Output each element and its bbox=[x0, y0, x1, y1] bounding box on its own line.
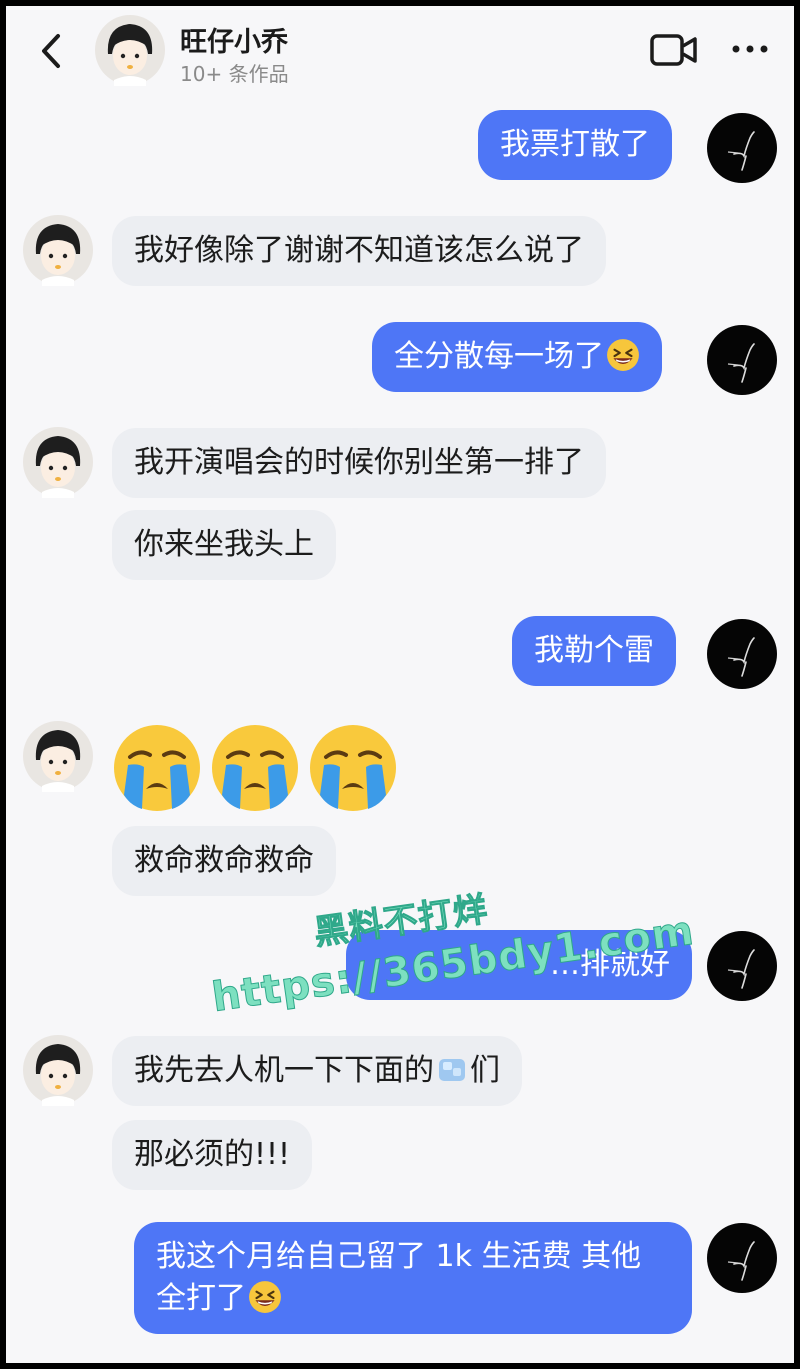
message-bubble-outgoing[interactable]: 我这个月给自己留了 1k 生活费 其他全打了 bbox=[134, 1222, 692, 1334]
message-text: 我这个月给自己留了 1k 生活费 其他全打了 bbox=[156, 1239, 642, 1316]
my-avatar[interactable] bbox=[706, 1222, 778, 1294]
chat-screen: 旺仔小乔 10+ 条作品 我票打散了 我好像除了谢谢不知道该怎么说了 全分散每一… bbox=[6, 6, 794, 1363]
message-bubble-outgoing[interactable]: 我票打散了 bbox=[478, 110, 672, 180]
ice-cube-emoji-icon bbox=[439, 1059, 465, 1081]
message-text-suffix: 们 bbox=[470, 1053, 500, 1088]
my-avatar[interactable] bbox=[706, 112, 778, 184]
chat-header: 旺仔小乔 10+ 条作品 bbox=[6, 6, 794, 96]
message-bubble-incoming[interactable]: 你来坐我头上 bbox=[112, 510, 336, 580]
message-text: 我好像除了谢谢不知道该怎么说了 bbox=[134, 233, 584, 268]
loudly-crying-emoji-icon bbox=[210, 723, 300, 813]
my-avatar[interactable] bbox=[706, 930, 778, 1002]
message-text: 我票打散了 bbox=[500, 127, 650, 162]
message-bubble-outgoing[interactable]: 全分散每一场了 bbox=[372, 322, 662, 392]
message-text: 我先去人机一下下面的 bbox=[134, 1053, 434, 1088]
message-bubble-incoming[interactable]: 我好像除了谢谢不知道该怎么说了 bbox=[112, 216, 606, 286]
message-text: 你来坐我头上 bbox=[134, 527, 314, 562]
contact-avatar[interactable] bbox=[94, 14, 166, 86]
message-bubble-outgoing[interactable]: 我勒个雷 bbox=[512, 616, 676, 686]
contact-avatar[interactable] bbox=[22, 426, 94, 498]
loudly-crying-emoji-icon bbox=[112, 723, 202, 813]
video-call-icon[interactable] bbox=[649, 32, 699, 68]
message-text: 那必须的!!! bbox=[134, 1137, 291, 1172]
contact-avatar[interactable] bbox=[22, 720, 94, 792]
emoji-message[interactable] bbox=[112, 723, 412, 818]
more-options-icon[interactable] bbox=[728, 34, 772, 64]
grin-squint-emoji-icon bbox=[606, 338, 640, 372]
loudly-crying-emoji-icon bbox=[308, 723, 398, 813]
message-text: 我开演唱会的时候你别坐第一排了 bbox=[134, 445, 584, 480]
my-avatar[interactable] bbox=[706, 618, 778, 690]
message-text: 救命救命救命 bbox=[134, 843, 314, 878]
message-bubble-incoming[interactable]: 我开演唱会的时候你别坐第一排了 bbox=[112, 428, 606, 498]
contact-subtitle[interactable]: 10+ 条作品 bbox=[180, 58, 289, 87]
my-avatar[interactable] bbox=[706, 324, 778, 396]
contact-avatar[interactable] bbox=[22, 1034, 94, 1106]
contact-name[interactable]: 旺仔小乔 bbox=[180, 20, 288, 59]
contact-avatar[interactable] bbox=[22, 214, 94, 286]
message-bubble-incoming[interactable]: 我先去人机一下下面的 们 bbox=[112, 1036, 522, 1106]
message-text: 我勒个雷 bbox=[534, 633, 654, 668]
message-bubble-incoming[interactable]: 那必须的!!! bbox=[112, 1120, 313, 1190]
message-bubble-incoming[interactable]: 救命救命救命 bbox=[112, 826, 336, 896]
grin-squint-emoji-icon bbox=[248, 1280, 282, 1314]
message-text: 全分散每一场了 bbox=[394, 339, 604, 374]
back-arrow-icon[interactable] bbox=[36, 28, 66, 74]
